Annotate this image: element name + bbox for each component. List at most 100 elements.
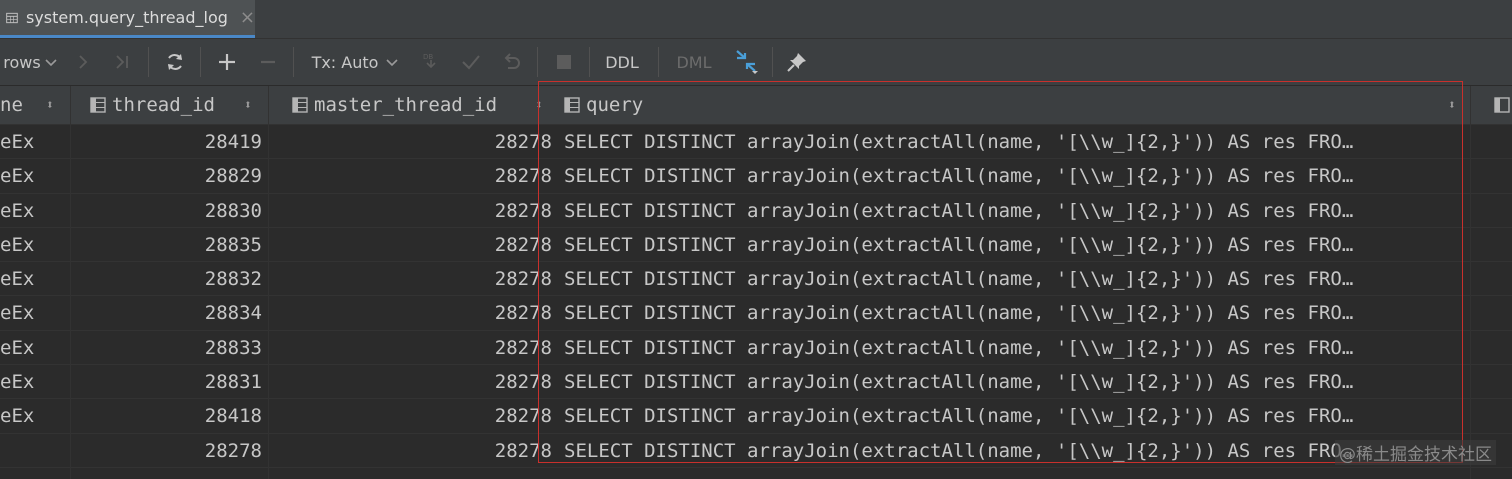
cell-name[interactable]: eEx	[0, 228, 60, 262]
rollback-icon	[504, 53, 520, 69]
table-row[interactable]: eEx 28418 28278 SELECT DISTINCT arrayJoi…	[0, 399, 1512, 434]
cell-query[interactable]: SELECT DISTINCT arrayJoin(extractAll(nam…	[564, 399, 1444, 433]
column-divider	[1470, 86, 1471, 124]
column-divider	[70, 86, 71, 124]
cell-query[interactable]: SELECT DISTINCT arrayJoin(extractAll(nam…	[564, 228, 1444, 262]
table-row[interactable]: eEx 28835 28278 SELECT DISTINCT arrayJoi…	[0, 228, 1512, 263]
cell-query[interactable]: SELECT DISTINCT arrayJoin(extractAll(nam…	[564, 262, 1444, 296]
cell-name[interactable]: eEx	[0, 125, 60, 159]
toolbar-separator	[537, 47, 538, 77]
close-icon[interactable]: ×	[240, 7, 255, 28]
cell-name[interactable]: eEx	[0, 399, 60, 433]
chevron-down-icon	[45, 59, 57, 67]
remove-row-button[interactable]	[255, 39, 281, 85]
cell-query[interactable]: SELECT DISTINCT arrayJoin(extractAll(nam…	[564, 365, 1444, 399]
cell-thread-id[interactable]: 28835	[70, 228, 262, 262]
cell-master-thread-id[interactable]: 28278	[270, 331, 552, 365]
stop-icon	[557, 55, 571, 69]
column-header-master-thread-id[interactable]: master_thread_id	[292, 86, 497, 124]
column-header-query[interactable]: query	[564, 86, 643, 124]
cell-name[interactable]	[0, 434, 60, 468]
cell-thread-id[interactable]: 28832	[70, 262, 262, 296]
cell-query[interactable]: SELECT DISTINCT arrayJoin(extractAll(nam…	[564, 125, 1444, 159]
ddl-button[interactable]: DDL	[600, 39, 644, 85]
cell-query[interactable]: SELECT DISTINCT arrayJoin(extractAll(nam…	[564, 159, 1444, 193]
cell-master-thread-id[interactable]: 28278	[270, 296, 552, 330]
cell-master-thread-id[interactable]: 28278	[270, 228, 552, 262]
cell-thread-id[interactable]: 28418	[70, 399, 262, 433]
table-row[interactable]: eEx 28832 28278 SELECT DISTINCT arrayJoi…	[0, 262, 1512, 297]
column-divider	[1470, 125, 1471, 479]
last-page-button[interactable]	[110, 39, 136, 85]
watermark: @稀土掘金技术社区	[1335, 440, 1496, 465]
next-icon	[79, 55, 88, 69]
table-row[interactable]: eEx 28831 28278 SELECT DISTINCT arrayJoi…	[0, 365, 1512, 400]
table-row[interactable]: eEx 28833 28278 SELECT DISTINCT arrayJoi…	[0, 331, 1512, 366]
pin-button[interactable]	[784, 39, 810, 85]
column-header-label: query	[586, 94, 644, 116]
stop-button[interactable]	[551, 39, 577, 85]
chevron-down-icon	[386, 59, 399, 67]
table-row[interactable]: eEx 28830 28278 SELECT DISTINCT arrayJoi…	[0, 194, 1512, 228]
rows-dropdown[interactable]: rows	[0, 39, 60, 85]
compare-icon	[736, 50, 758, 74]
add-row-button[interactable]	[214, 39, 240, 85]
rows-label: rows	[3, 52, 41, 72]
tx-mode-dropdown[interactable]: Tx: Auto	[308, 39, 402, 85]
cell-name[interactable]: eEx	[0, 296, 60, 330]
cell-thread-id[interactable]: 28831	[70, 365, 262, 399]
toolbar-separator	[658, 47, 659, 77]
cell-thread-id[interactable]: 28834	[70, 296, 262, 330]
cell-query[interactable]: SELECT DISTINCT arrayJoin(extractAll(nam…	[564, 296, 1444, 330]
table-row[interactable]: eEx 28834 28278 SELECT DISTINCT arrayJoi…	[0, 296, 1512, 331]
column-icon	[1494, 97, 1510, 113]
sort-icon[interactable]: ⬍	[244, 86, 252, 124]
cell-master-thread-id[interactable]: 28278	[270, 159, 552, 193]
column-icon	[90, 97, 106, 113]
sort-icon[interactable]: ⬍	[1448, 86, 1456, 124]
cell-query[interactable]: SELECT DISTINCT arrayJoin(extractAll(nam…	[564, 194, 1444, 228]
cell-name[interactable]: eEx	[0, 365, 60, 399]
compare-button[interactable]	[732, 39, 762, 85]
dml-button[interactable]: DML	[670, 39, 718, 85]
cell-query[interactable]: SELECT DISTINCT arrayJoin(extractAll(nam…	[564, 434, 1444, 468]
cell-master-thread-id[interactable]: 28278	[270, 194, 552, 228]
column-icon	[564, 97, 580, 113]
column-header-partial[interactable]: ne	[0, 86, 23, 124]
db-button[interactable]: DB	[418, 39, 444, 85]
column-divider	[70, 125, 71, 479]
table-row[interactable]: eEx 28419 28278 SELECT DISTINCT arrayJoi…	[0, 125, 1512, 160]
cell-thread-id[interactable]: 28278	[70, 434, 262, 468]
table-row[interactable]: 28278 28278 SELECT DISTINCT arrayJoin(ex…	[0, 434, 1512, 468]
tab-query-thread-log[interactable]: system.query_thread_log ×	[0, 0, 255, 38]
cell-name[interactable]: eEx	[0, 331, 60, 365]
cell-thread-id[interactable]: 28833	[70, 331, 262, 365]
cell-name[interactable]: eEx	[0, 262, 60, 296]
cell-name[interactable]: eEx	[0, 159, 60, 193]
cell-name[interactable]: eEx	[0, 194, 60, 228]
cell-query[interactable]: SELECT DISTINCT arrayJoin(extractAll(nam…	[564, 331, 1444, 365]
pin-icon	[787, 53, 806, 72]
rollback-button[interactable]	[498, 39, 524, 85]
cell-thread-id[interactable]: 28830	[70, 194, 262, 228]
cell-master-thread-id[interactable]: 28278	[270, 365, 552, 399]
editor-tab-bar: system.query_thread_log ×	[0, 0, 1512, 39]
db-icon: DB	[423, 53, 436, 69]
cell-thread-id[interactable]: 28829	[70, 159, 262, 193]
cell-master-thread-id[interactable]: 28278	[270, 399, 552, 433]
column-divider	[268, 125, 269, 479]
cell-master-thread-id[interactable]: 28278	[270, 434, 552, 468]
dml-label: DML	[676, 52, 712, 72]
next-page-button[interactable]	[72, 39, 94, 85]
sort-icon[interactable]: ⬍	[535, 86, 543, 124]
sort-icon[interactable]: ⬍	[46, 86, 54, 124]
cell-master-thread-id[interactable]: 28278	[270, 125, 552, 159]
cell-thread-id[interactable]: 28419	[70, 125, 262, 159]
column-header-thread-id[interactable]: thread_id	[90, 86, 215, 124]
column-divider	[268, 86, 269, 124]
toolbar-separator	[293, 47, 294, 77]
refresh-button[interactable]	[162, 39, 188, 85]
table-row[interactable]: eEx 28829 28278 SELECT DISTINCT arrayJoi…	[0, 159, 1512, 194]
commit-button[interactable]	[458, 39, 484, 85]
cell-master-thread-id[interactable]: 28278	[270, 262, 552, 296]
